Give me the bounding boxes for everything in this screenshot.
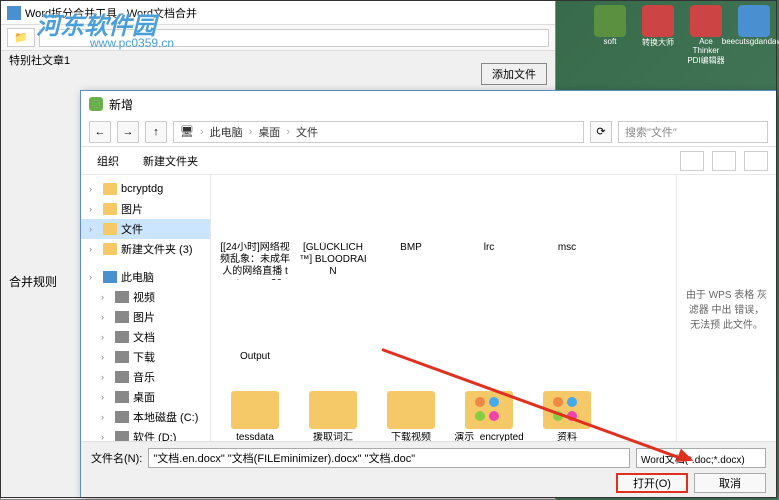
crumb-desktop[interactable]: 桌面 — [258, 124, 280, 140]
dialog-footer: 文件名(N): Word文档(*.doc;*.docx) 打开(O) 取消 — [81, 441, 776, 497]
sidebar-item[interactable]: ›文档 — [81, 327, 210, 347]
cancel-button[interactable]: 取消 — [694, 473, 766, 493]
search-placeholder: 搜索"文件" — [625, 124, 677, 140]
sidebar-item[interactable]: ›本地磁盘 (C:) — [81, 407, 210, 427]
nav-up-button[interactable]: ↑ — [145, 121, 167, 143]
file-item[interactable]: 援取词汇 — [295, 379, 371, 441]
sidebar-item[interactable]: ›文件 — [81, 219, 210, 239]
file-item[interactable]: msc — [529, 181, 605, 284]
file-item[interactable]: 演示_encrypted_解密 — [451, 379, 527, 441]
file-item[interactable]: [GLÜCKLICH ™] BLOODRAIN — [295, 181, 371, 284]
search-input[interactable]: 搜索"文件" — [618, 121, 768, 143]
file-filter-combo[interactable]: Word文档(*.doc;*.docx) — [636, 448, 766, 468]
file-item[interactable]: BMP — [373, 181, 449, 284]
sidebar-item[interactable]: ›视频 — [81, 287, 210, 307]
dialog-nav: ← → ↑ 🖥 › 此电脑 › 桌面 › 文件 ⟳ 搜索"文件" — [81, 117, 776, 147]
sidebar-item[interactable]: ›音乐 — [81, 367, 210, 387]
file-open-dialog: 新增 ← → ↑ 🖥 › 此电脑 › 桌面 › 文件 ⟳ 搜索"文件" 组织 新… — [80, 90, 777, 498]
dialog-icon — [89, 97, 103, 111]
sidebar-item[interactable]: ›桌面 — [81, 387, 210, 407]
sidebar-item[interactable]: ›此电脑 — [81, 267, 210, 287]
dialog-titlebar: 新增 — [81, 91, 776, 117]
parent-title-text: Word拆分合并工具 - Word文档合并 — [25, 5, 197, 21]
preview-toggle-button[interactable] — [712, 151, 736, 171]
desktop-icon[interactable]: Ace Thinker PDI编辑器 — [686, 5, 726, 66]
file-item[interactable]: [[24小时]网络视频乱象：未成年人的网络直播 tv.cctv.com_20..… — [217, 181, 293, 284]
organize-button[interactable]: 组织 — [89, 151, 127, 171]
app-icon — [7, 6, 21, 20]
sidebar-item[interactable]: ›新建文件夹 (3) — [81, 239, 210, 259]
file-grid: [[24小时]网络视频乱象：未成年人的网络直播 tv.cctv.com_20..… — [211, 175, 676, 441]
nav-back-button[interactable]: ← — [89, 121, 111, 143]
parent-path-input[interactable] — [39, 29, 549, 47]
merge-rule-label: 合并规则 — [9, 273, 57, 290]
breadcrumb[interactable]: 🖥 › 此电脑 › 桌面 › 文件 — [173, 121, 584, 143]
preview-pane: 由于 WPS 表格 灰滤器 中出 错误，无法预 此文件。 — [676, 175, 776, 441]
sidebar: ›bcryptdg›图片›文件›新建文件夹 (3)›此电脑›视频›图片›文档›下… — [81, 175, 211, 441]
dialog-title-text: 新增 — [109, 96, 133, 113]
help-button[interactable] — [744, 151, 768, 171]
add-file-button[interactable]: 添加文件 — [481, 63, 547, 85]
desktop-icon[interactable]: beecutsgdandaw.. — [734, 5, 774, 66]
parent-toolbar: 📁 — [1, 25, 555, 51]
desktop-icon[interactable]: soft — [590, 5, 630, 66]
file-item[interactable]: 下载视频 — [373, 379, 449, 441]
crumb-pc[interactable]: 此电脑 — [210, 124, 243, 140]
preview-text: 由于 WPS 表格 灰滤器 中出 错误，无法预 此文件。 — [685, 286, 768, 331]
sidebar-item[interactable]: ›图片 — [81, 307, 210, 327]
nav-forward-button[interactable]: → — [117, 121, 139, 143]
sidebar-item[interactable]: ›下载 — [81, 347, 210, 367]
view-mode-button[interactable] — [680, 151, 704, 171]
file-item[interactable]: tessdata — [217, 379, 293, 441]
new-folder-button[interactable]: 新建文件夹 — [135, 151, 206, 171]
desktop-icon[interactable]: 转换大师 — [638, 5, 678, 66]
filter-text: Word文档(*.doc;*.docx) — [641, 451, 745, 466]
file-item[interactable]: lrc — [451, 181, 527, 284]
file-item[interactable]: Output — [217, 290, 293, 367]
open-button[interactable]: 打开(O) — [616, 473, 688, 493]
dialog-toolbar: 组织 新建文件夹 — [81, 147, 776, 175]
nav-refresh-button[interactable]: ⟳ — [590, 121, 612, 143]
parent-menu[interactable]: 特别社文章1 — [1, 51, 555, 71]
pc-icon: 🖥 — [180, 125, 194, 138]
sidebar-item[interactable]: ›图片 — [81, 199, 210, 219]
file-item[interactable]: 资料 — [529, 379, 605, 441]
parent-folder-button[interactable]: 📁 — [7, 28, 35, 47]
sidebar-item[interactable]: ›软件 (D:) — [81, 427, 210, 441]
crumb-folder[interactable]: 文件 — [296, 124, 318, 140]
filename-label: 文件名(N): — [91, 450, 142, 466]
parent-titlebar: Word拆分合并工具 - Word文档合并 — [1, 1, 555, 25]
filename-input[interactable] — [148, 448, 630, 468]
sidebar-item[interactable]: ›bcryptdg — [81, 179, 210, 199]
